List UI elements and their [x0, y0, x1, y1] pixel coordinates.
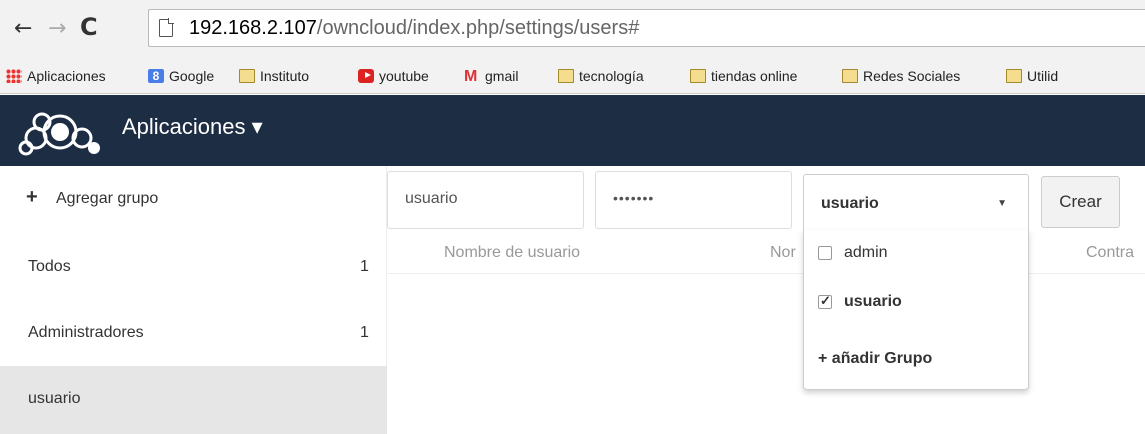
folder-icon	[558, 69, 574, 83]
gmail-icon: M	[464, 68, 478, 85]
folder-icon	[239, 69, 255, 83]
password-input[interactable]: •••••••	[595, 171, 792, 229]
sidebar-item-administradores[interactable]: Administradores 1	[0, 300, 387, 366]
bookmark-label: Utilid	[1027, 68, 1059, 84]
group-count: 1	[360, 258, 369, 275]
group-label: Todos	[28, 258, 71, 275]
column-header-fullname: Nor	[770, 244, 796, 261]
group-option-admin[interactable]: admin	[818, 244, 888, 262]
sidebar-item-usuario[interactable]: usuario	[0, 366, 387, 434]
bookmark-label: youtube	[379, 68, 429, 84]
sidebar-item-todos[interactable]: Todos 1	[0, 234, 387, 300]
url-text: 192.168.2.107/owncloud/index.php/setting…	[189, 17, 639, 40]
back-arrow-icon[interactable]: ←	[14, 18, 32, 40]
bookmark-label: Google	[169, 68, 215, 84]
group-select[interactable]: usuario ▼	[803, 174, 1029, 230]
group-option-usuario[interactable]: usuario	[818, 293, 902, 311]
bookmark-label: tecnología	[579, 68, 644, 84]
folder-icon	[1006, 69, 1022, 83]
add-group-button[interactable]: + Agregar grupo	[0, 166, 387, 232]
bookmark-label: gmail	[485, 68, 519, 84]
bookmark-utilidades[interactable]: Utilid	[1006, 68, 1058, 84]
group-count: 1	[360, 324, 369, 341]
google-icon: 8	[148, 69, 164, 83]
bookmark-label: Aplicaciones	[27, 68, 106, 84]
bookmarks-bar: Aplicaciones 8 Google Instituto youtube M…	[0, 60, 1145, 94]
sidebar: + Agregar grupo Todos 1 Administradores …	[0, 166, 387, 434]
apps-menu[interactable]: Aplicaciones ▾	[122, 114, 263, 140]
reload-icon[interactable]: C	[80, 15, 98, 39]
username-input[interactable]: usuario	[387, 171, 584, 229]
option-label: admin	[844, 244, 888, 261]
group-select-value: usuario	[821, 195, 879, 212]
bookmark-label: Redes Sociales	[863, 68, 961, 84]
bookmark-label: Instituto	[260, 68, 310, 84]
apps-grid-icon	[6, 69, 22, 83]
bookmark-youtube[interactable]: youtube	[358, 68, 429, 84]
caret-down-icon: ▼	[997, 198, 1007, 209]
address-bar[interactable]: 192.168.2.107/owncloud/index.php/setting…	[148, 9, 1145, 47]
bookmark-google[interactable]: 8 Google	[148, 68, 214, 84]
group-label: usuario	[28, 390, 81, 407]
header-divider	[387, 273, 1145, 274]
forward-arrow-icon[interactable]: →	[48, 18, 66, 40]
column-header-password: Contra	[1086, 244, 1135, 261]
bookmark-redes-sociales[interactable]: Redes Sociales	[842, 68, 960, 84]
bookmark-gmail[interactable]: Mgmail	[464, 68, 519, 85]
checkbox-checked[interactable]	[818, 293, 832, 309]
bookmark-aplicaciones[interactable]: Aplicaciones	[6, 68, 106, 84]
folder-icon	[690, 69, 706, 83]
create-user-button[interactable]: Crear	[1041, 176, 1120, 228]
bookmark-tiendas-online[interactable]: tiendas online	[690, 68, 797, 84]
youtube-icon	[358, 69, 374, 83]
url-path: /owncloud/index.php/settings/users#	[316, 17, 640, 39]
bookmark-tecnologia[interactable]: tecnología	[558, 68, 644, 84]
checkbox[interactable]	[818, 246, 832, 260]
bookmark-label: tiendas online	[711, 68, 798, 84]
owncloud-logo-icon[interactable]	[14, 108, 106, 158]
folder-icon	[842, 69, 858, 83]
plus-icon: +	[26, 186, 38, 208]
column-header-username: Nombre de usuario	[444, 244, 581, 261]
group-label: Administradores	[28, 324, 144, 341]
add-group-option[interactable]: + añadir Grupo	[818, 350, 932, 368]
option-label: usuario	[844, 293, 902, 310]
url-host: 192.168.2.107	[189, 17, 317, 39]
add-group-label: Agregar grupo	[56, 190, 159, 207]
browser-toolbar: ← → C 192.168.2.107/owncloud/index.php/s…	[0, 0, 1145, 60]
group-dropdown: admin usuario + añadir Grupo	[803, 230, 1029, 390]
bookmark-instituto[interactable]: Instituto	[239, 68, 309, 84]
page-icon	[159, 18, 174, 37]
